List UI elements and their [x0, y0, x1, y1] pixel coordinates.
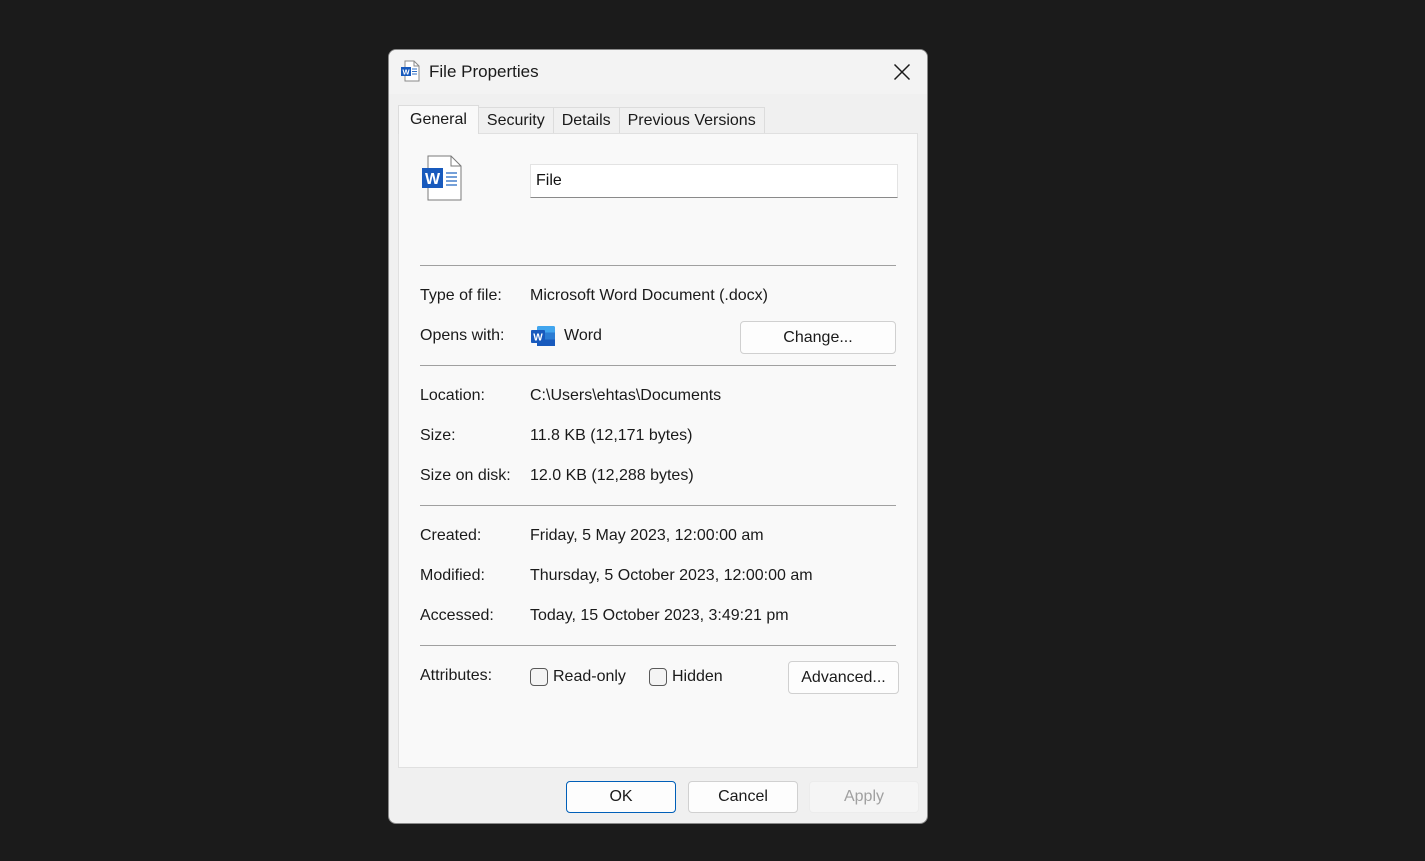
size-label: Size:: [420, 427, 456, 444]
file-name-input[interactable]: [530, 164, 898, 198]
divider: [420, 645, 896, 646]
svg-text:W: W: [533, 333, 543, 344]
read-only-checkbox-box[interactable]: [530, 668, 548, 686]
svg-text:W: W: [402, 68, 410, 77]
modified-value: Thursday, 5 October 2023, 12:00:00 am: [530, 567, 813, 584]
size-on-disk-value: 12.0 KB (12,288 bytes): [530, 467, 694, 484]
tab-security[interactable]: Security: [477, 107, 554, 133]
opens-with-value: Word: [564, 327, 602, 344]
tab-strip: General Security Details Previous Versio…: [398, 105, 765, 134]
opens-with-label: Opens with:: [420, 327, 505, 344]
close-button[interactable]: [887, 57, 917, 87]
type-of-file-value: Microsoft Word Document (.docx): [530, 287, 768, 304]
word-document-icon: W: [401, 60, 420, 82]
advanced-button[interactable]: Advanced...: [788, 661, 899, 694]
tab-details[interactable]: Details: [552, 107, 620, 133]
size-on-disk-label: Size on disk:: [420, 467, 511, 484]
hidden-label: Hidden: [672, 668, 723, 685]
created-value: Friday, 5 May 2023, 12:00:00 am: [530, 527, 764, 544]
attributes-label: Attributes:: [420, 667, 493, 684]
word-document-icon: W: [422, 155, 462, 201]
file-properties-dialog: W File Properties General Security Detai…: [388, 49, 928, 824]
hidden-checkbox[interactable]: Hidden: [649, 668, 723, 686]
read-only-checkbox[interactable]: Read-only: [530, 668, 626, 686]
word-app-icon: W: [531, 326, 555, 346]
accessed-label: Accessed:: [420, 607, 494, 624]
divider: [420, 265, 896, 266]
location-value: C:\Users\ehtas\Documents: [530, 387, 722, 404]
title-bar[interactable]: W File Properties: [389, 50, 927, 94]
svg-text:W: W: [425, 171, 441, 188]
read-only-label: Read-only: [553, 668, 626, 685]
cancel-button[interactable]: Cancel: [688, 781, 798, 813]
divider: [420, 505, 896, 506]
general-panel: W Type of file: Microsoft Word Document …: [398, 133, 918, 768]
created-label: Created:: [420, 527, 482, 544]
tab-previous-versions[interactable]: Previous Versions: [618, 107, 765, 133]
divider: [420, 365, 896, 366]
accessed-value: Today, 15 October 2023, 3:49:21 pm: [530, 607, 789, 624]
close-icon: [893, 63, 911, 81]
ok-button[interactable]: OK: [566, 781, 676, 813]
change-button[interactable]: Change...: [740, 321, 896, 354]
location-label: Location:: [420, 387, 485, 404]
apply-button[interactable]: Apply: [809, 781, 919, 813]
type-of-file-label: Type of file:: [420, 287, 502, 304]
tab-general[interactable]: General: [398, 105, 479, 134]
window-title: File Properties: [429, 62, 539, 81]
size-value: 11.8 KB (12,171 bytes): [530, 427, 693, 444]
hidden-checkbox-box[interactable]: [649, 668, 667, 686]
modified-label: Modified:: [420, 567, 485, 584]
